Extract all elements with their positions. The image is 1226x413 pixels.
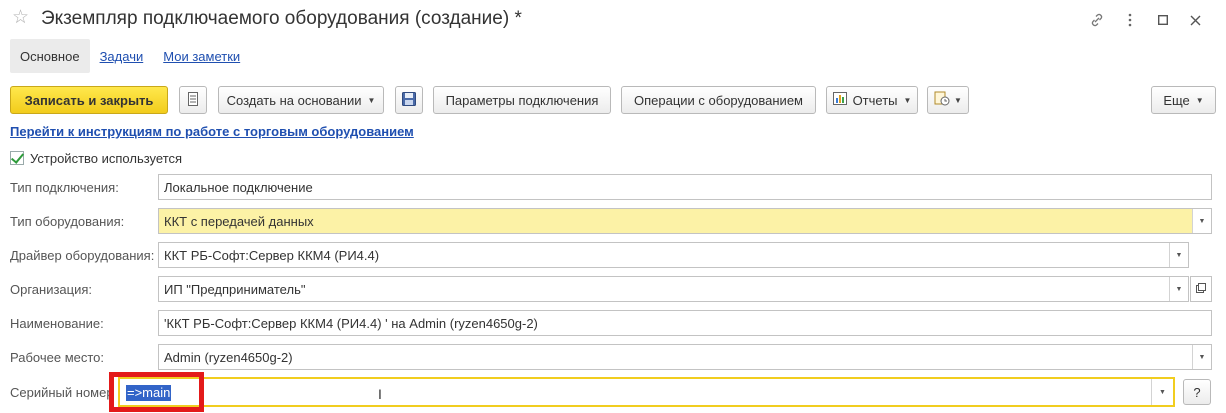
organization-value: ИП "Предприниматель" — [164, 281, 306, 297]
workplace-value: Admin (ryzen4650g-2) — [164, 349, 293, 365]
chevron-down-icon[interactable]: ▼ — [1169, 277, 1188, 301]
tab-my-notes[interactable]: Мои заметки — [153, 39, 250, 73]
chevron-down-icon[interactable]: ▼ — [1192, 209, 1211, 233]
chevron-down-icon: ▼ — [903, 95, 912, 105]
equipment-type-field[interactable]: ККТ с передачей данных ▼ — [158, 208, 1212, 234]
name-value: 'ККТ РБ-Софт:Сервер ККМ4 (РИ4.4) ' на Ad… — [164, 315, 538, 331]
title-bar: ☆ Экземпляр подключаемого оборудования (… — [0, 0, 1226, 38]
window-controls — [1080, 10, 1212, 30]
more-label: Еще — [1163, 92, 1190, 108]
equipment-instructions-link[interactable]: Перейти к инструкциям по работе с торгов… — [10, 124, 414, 139]
chevron-down-icon[interactable]: ▼ — [1169, 243, 1188, 267]
tab-main[interactable]: Основное — [10, 39, 90, 73]
workplace-label: Рабочее место: — [10, 350, 105, 365]
serial-number-label: Серийный номер — [10, 385, 114, 400]
serial-help-button[interactable]: ? — [1183, 379, 1211, 405]
equipment-type-label: Тип оборудования: — [10, 214, 125, 229]
device-used-row: Устройство используется — [10, 149, 182, 167]
device-used-label[interactable]: Устройство используется — [30, 151, 182, 166]
attachments-button[interactable]: ▼ — [927, 86, 969, 114]
chevron-down-icon: ▼ — [1195, 95, 1204, 105]
connection-type-value: Локальное подключение — [164, 179, 313, 195]
tab-tasks[interactable]: Задачи — [90, 39, 154, 73]
equipment-type-value: ККТ с передачей данных — [164, 213, 314, 229]
open-organization-button[interactable] — [1190, 276, 1212, 302]
name-field[interactable]: 'ККТ РБ-Софт:Сервер ККМ4 (РИ4.4) ' на Ad… — [158, 310, 1212, 336]
chevron-down-icon[interactable]: ▼ — [1151, 379, 1173, 405]
connection-parameters-button[interactable]: Параметры подключения — [433, 86, 611, 114]
equipment-operations-button[interactable]: Операции с оборудованием — [621, 86, 816, 114]
save-button[interactable] — [395, 86, 423, 114]
organization-field[interactable]: ИП "Предприниматель" ▼ — [158, 276, 1189, 302]
connection-type-label: Тип подключения: — [10, 180, 119, 195]
serial-number-field[interactable]: =>main I ▼ — [118, 377, 1175, 407]
attachment-clock-icon — [934, 91, 950, 109]
organization-label: Организация: — [10, 282, 93, 297]
driver-field[interactable]: ККТ РБ-Софт:Сервер ККМ4 (РИ4.4) ▼ — [158, 242, 1189, 268]
save-and-close-button[interactable]: Записать и закрыть — [10, 86, 168, 114]
report-icon — [832, 92, 847, 108]
window-title: Экземпляр подключаемого оборудования (со… — [41, 8, 522, 29]
driver-label: Драйвер оборудования: — [10, 248, 155, 263]
list-icon — [188, 91, 198, 109]
link-icon[interactable] — [1080, 10, 1113, 30]
connection-type-field[interactable]: Локальное подключение — [158, 174, 1212, 200]
toolbar: Записать и закрыть Создать на основании … — [10, 86, 1216, 114]
more-vertical-icon[interactable] — [1113, 10, 1146, 30]
annotation-highlight-box — [109, 372, 204, 412]
create-based-on-button[interactable]: Создать на основании ▼ — [218, 86, 384, 114]
open-window-icon — [1196, 282, 1206, 296]
text-cursor-icon: I — [378, 386, 382, 402]
floppy-disk-icon — [402, 91, 416, 109]
chevron-down-icon: ▼ — [367, 95, 376, 105]
reports-label: Отчеты — [852, 92, 898, 108]
more-button[interactable]: Еще ▼ — [1151, 86, 1216, 114]
name-label: Наименование: — [10, 316, 104, 331]
list-button[interactable] — [179, 86, 207, 114]
reports-button[interactable]: Отчеты ▼ — [826, 86, 918, 114]
create-based-on-label: Создать на основании — [226, 92, 362, 108]
driver-value: ККТ РБ-Софт:Сервер ККМ4 (РИ4.4) — [164, 247, 380, 263]
device-used-checkbox[interactable] — [10, 151, 24, 165]
chevron-down-icon[interactable]: ▼ — [1192, 345, 1211, 369]
maximize-icon[interactable] — [1146, 10, 1179, 30]
chevron-down-icon: ▼ — [954, 95, 962, 105]
workplace-field[interactable]: Admin (ryzen4650g-2) ▼ — [158, 344, 1212, 370]
form-tabs: Основное Задачи Мои заметки — [10, 39, 250, 73]
favorite-star-icon[interactable]: ☆ — [12, 8, 29, 28]
close-icon[interactable] — [1179, 10, 1212, 30]
